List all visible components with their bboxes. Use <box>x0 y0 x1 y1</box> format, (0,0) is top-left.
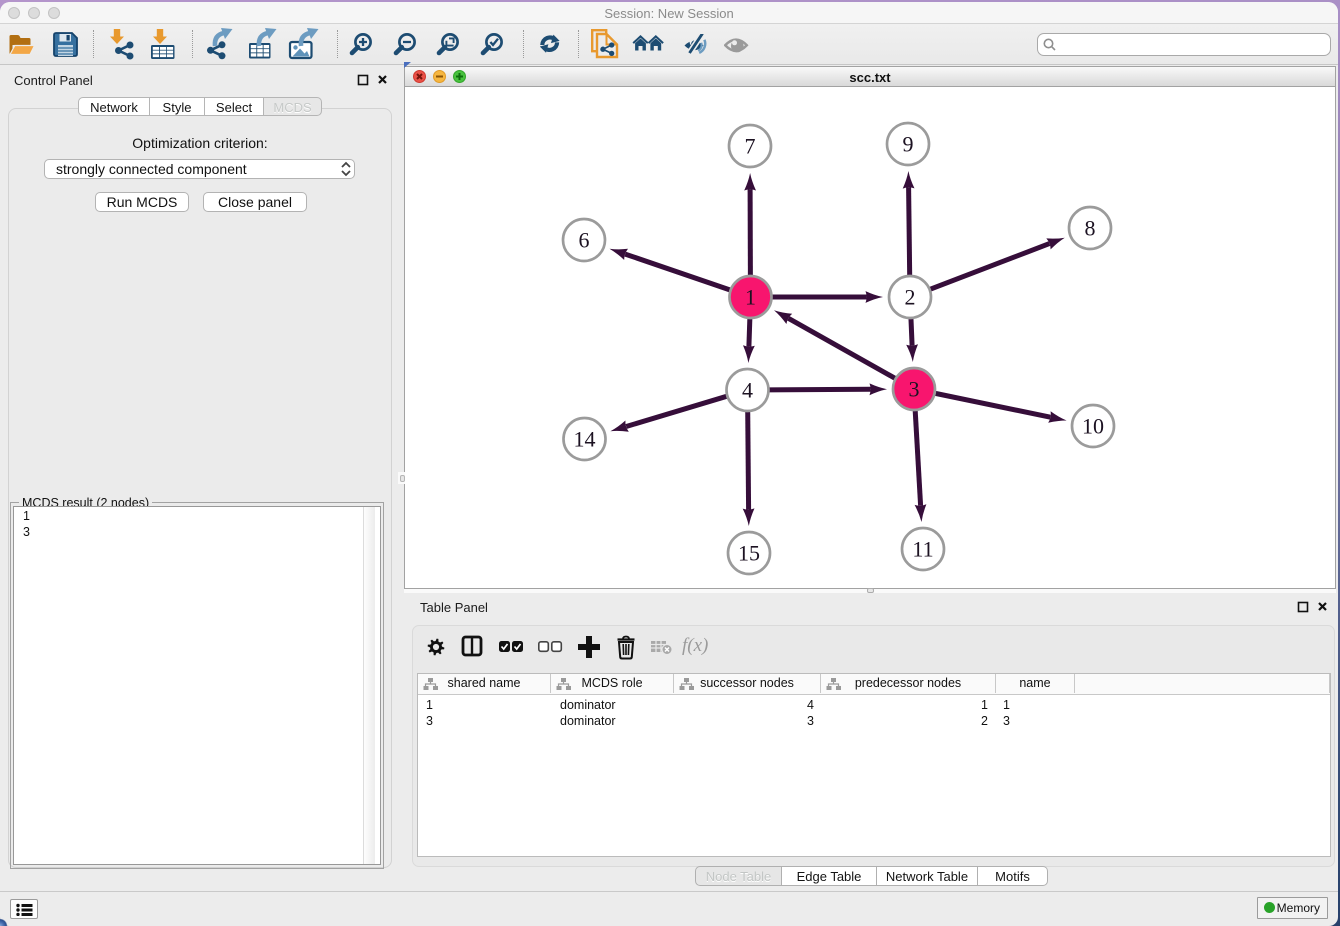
svg-text:15: 15 <box>738 541 760 566</box>
svg-text:10: 10 <box>1082 414 1104 439</box>
svg-text:2: 2 <box>905 285 916 310</box>
svg-text:1: 1 <box>745 285 756 310</box>
svg-text:4: 4 <box>742 378 753 403</box>
svg-text:11: 11 <box>912 537 933 562</box>
svg-text:6: 6 <box>579 228 590 253</box>
svg-text:8: 8 <box>1085 216 1096 241</box>
svg-text:14: 14 <box>574 427 596 452</box>
svg-text:7: 7 <box>745 134 756 159</box>
svg-text:9: 9 <box>903 132 914 157</box>
svg-text:3: 3 <box>909 377 920 402</box>
